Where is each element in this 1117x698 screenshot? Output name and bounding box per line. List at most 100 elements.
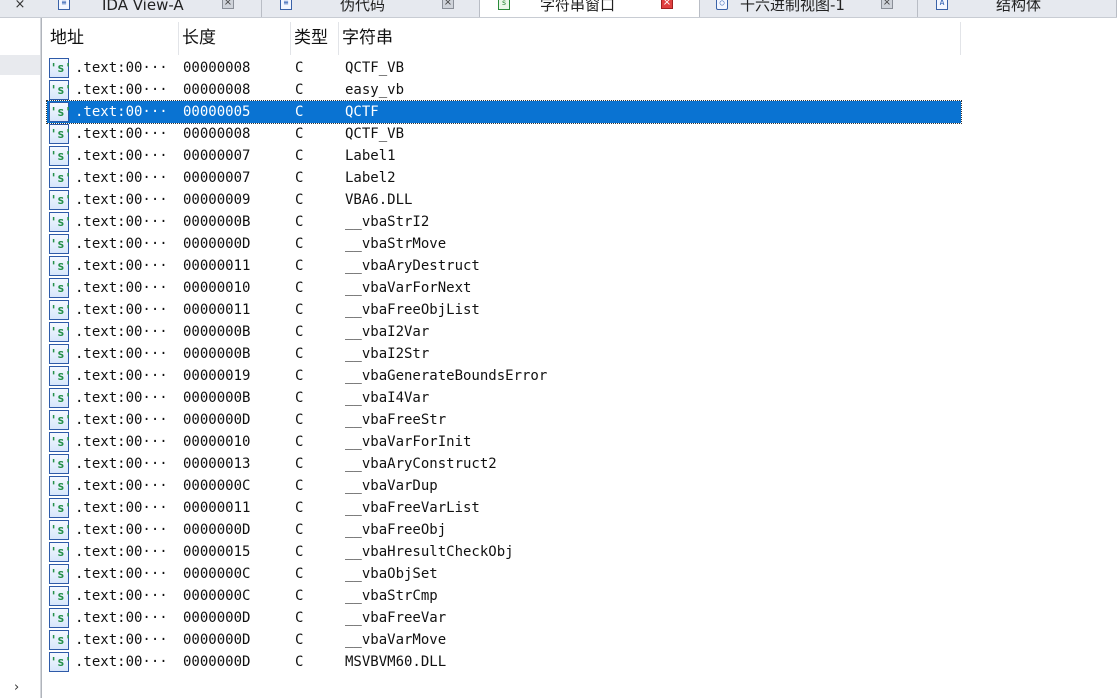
table-row[interactable]: 's' .text:00··· 0000000D C __vbaFreeObj	[47, 519, 961, 541]
length-cell: 0000000D	[183, 412, 251, 428]
string-type-icon: 's'	[49, 542, 72, 562]
close-icon[interactable]: ×	[222, 0, 234, 9]
column-header-row: 地址 长度 类型 字符串	[47, 22, 961, 55]
tab-label: 伪代码	[340, 0, 386, 14]
document-icon: ≡	[280, 0, 292, 10]
table-row[interactable]: 's' .text:00··· 0000000B C __vbaI2Str	[47, 343, 961, 365]
string-type-icon: 's'	[49, 564, 72, 584]
type-cell: C	[295, 258, 304, 274]
string-type-icon: 's'	[49, 168, 72, 188]
table-row[interactable]: 's' .text:00··· 0000000C C __vbaObjSet	[47, 563, 961, 585]
length-cell: 00000007	[183, 148, 251, 164]
tab-hex-view-1[interactable]: ○ 十六进制视图-1 ×	[700, 0, 918, 17]
string-type-icon: 's'	[49, 476, 72, 496]
string-cell: __vbaVarForNext	[345, 280, 472, 296]
string-cell: Label2	[345, 170, 396, 186]
table-row[interactable]: 's' .text:00··· 0000000B C __vbaStrI2	[47, 211, 961, 233]
type-cell: C	[295, 478, 304, 494]
close-icon[interactable]: ×	[442, 0, 454, 9]
string-cell: __vbaAryConstruct2	[345, 456, 497, 472]
ida-window: × ≡ IDA View-A × ≡ 伪代码 × s 字符串窗口 × ○ 十六进…	[0, 0, 1117, 698]
table-row[interactable]: 's' .text:00··· 00000008 C QCTF_VB	[47, 57, 961, 79]
chevron-right-icon[interactable]: ›	[14, 680, 19, 695]
address-cell: .text:00···	[75, 258, 168, 274]
type-cell: C	[295, 412, 304, 428]
type-cell: C	[295, 500, 304, 516]
string-type-icon: 's'	[49, 366, 72, 386]
type-cell: C	[295, 170, 304, 186]
column-header-type[interactable]: 类型	[291, 22, 339, 55]
string-type-icon: 's'	[49, 256, 72, 276]
type-cell: C	[295, 214, 304, 230]
length-cell: 00000015	[183, 544, 251, 560]
address-cell: .text:00···	[75, 544, 168, 560]
close-icon[interactable]: ×	[881, 0, 893, 9]
close-icon[interactable]: ×	[661, 0, 673, 9]
table-row[interactable]: 's' .text:00··· 00000019 C __vbaGenerateBoun…	[47, 365, 961, 387]
table-row[interactable]: 's' .text:00··· 0000000D C __vbaFreeStr	[47, 409, 961, 431]
table-row[interactable]: 's' .text:00··· 00000010 C __vbaVarForInit	[47, 431, 961, 453]
type-cell: C	[295, 280, 304, 296]
tab-strings-window[interactable]: s 字符串窗口 ×	[480, 0, 700, 17]
length-cell: 0000000C	[183, 478, 251, 494]
table-row[interactable]: 's' .text:00··· 0000000B C __vbaI4Var	[47, 387, 961, 409]
column-header-address[interactable]: 地址	[47, 22, 179, 55]
address-cell: .text:00···	[75, 302, 168, 318]
table-row[interactable]: 's' .text:00··· 0000000C C __vbaStrCmp	[47, 585, 961, 607]
table-row[interactable]: 's' .text:00··· 00000011 C __vbaAryDestruct	[47, 255, 961, 277]
table-row[interactable]: 's' .text:00··· 0000000D C __vbaVarMove	[47, 629, 961, 651]
table-row[interactable]: 's' .text:00··· 0000000B C __vbaI2Var	[47, 321, 961, 343]
strings-panel: 地址 长度 类型 字符串 's' .text:00··· 00000008 C QCTF…	[41, 18, 1117, 698]
address-cell: .text:00···	[75, 60, 168, 76]
string-cell: __vbaAryDestruct	[345, 258, 480, 274]
table-row[interactable]: 's' .text:00··· 00000011 C __vbaFreeVarList	[47, 497, 961, 519]
column-header-length[interactable]: 长度	[179, 22, 291, 55]
table-row[interactable]: 's' .text:00··· 00000015 C __vbaHresultCheck…	[47, 541, 961, 563]
type-cell: C	[295, 544, 304, 560]
tab-label: IDA View-A	[102, 0, 184, 14]
address-cell: .text:00···	[75, 236, 168, 252]
table-row[interactable]: 's' .text:00··· 00000013 C __vbaAryConstruct…	[47, 453, 961, 475]
tab-ida-view-a[interactable]: ≡ IDA View-A ×	[40, 0, 262, 17]
tab-pseudocode[interactable]: ≡ 伪代码 ×	[262, 0, 480, 17]
table-row[interactable]: 's' .text:00··· 0000000D C __vbaStrMove	[47, 233, 961, 255]
length-cell: 00000013	[183, 456, 251, 472]
string-type-icon: 's'	[49, 234, 72, 254]
table-row[interactable]: 's' .text:00··· 0000000D C __vbaFreeVar	[47, 607, 961, 629]
length-cell: 0000000B	[183, 390, 251, 406]
string-type-icon: 's'	[49, 652, 72, 672]
string-type-icon: 's'	[49, 124, 72, 144]
length-cell: 0000000D	[183, 236, 251, 252]
table-row[interactable]: 's' .text:00··· 00000008 C QCTF_VB	[47, 123, 961, 145]
string-cell: __vbaFreeStr	[345, 412, 447, 428]
table-row[interactable]: 's' .text:00··· 00000008 Ceasy_vb	[47, 79, 961, 101]
string-cell: MSVBVM60.DLL	[345, 654, 447, 670]
type-cell: C	[295, 456, 304, 472]
string-type-icon: 's'	[49, 212, 72, 232]
column-header-string[interactable]: 字符串	[339, 22, 961, 55]
tab-structures[interactable]: A 结构体	[918, 0, 1117, 17]
string-cell: __vbaFreeVar	[345, 610, 447, 626]
table-row[interactable]: 's' .text:00··· 00000007 C Label1	[47, 145, 961, 167]
table-row[interactable]: 's' .text:00··· 00000009 C VBA6.DLL	[47, 189, 961, 211]
length-cell: 00000011	[183, 500, 251, 516]
hex-view-icon: ○	[716, 0, 728, 10]
address-cell: .text:00···	[75, 566, 168, 582]
table-row[interactable]: 's' .text:00··· 00000010 C __vbaVarForNext	[47, 277, 961, 299]
table-row[interactable]: 's' .text:00··· 00000007 C Label2	[47, 167, 961, 189]
address-cell: .text:00···	[75, 104, 168, 120]
type-cell: C	[295, 148, 304, 164]
length-cell: 0000000D	[183, 632, 251, 648]
table-row[interactable]: 's' .text:00··· 00000011 C __vbaFreeObjList	[47, 299, 961, 321]
table-row[interactable]: 's' .text:00··· 00000005 C QCTF	[46, 100, 962, 124]
string-cell: __vbaStrMove	[345, 236, 447, 252]
string-type-icon: 's'	[49, 520, 72, 540]
tab-bar: × ≡ IDA View-A × ≡ 伪代码 × s 字符串窗口 × ○ 十六进…	[0, 0, 1117, 18]
table-row[interactable]: 's' .text:00··· 0000000C C __vbaVarDup	[47, 475, 961, 497]
type-cell: C	[295, 654, 304, 670]
string-type-icon: 's'	[49, 432, 72, 452]
table-row[interactable]: 's' .text:00··· 0000000D C MSVBVM60.DLL	[47, 651, 961, 673]
close-corner-button[interactable]: ×	[0, 0, 41, 17]
string-cell: __vbaHresultCheckObj	[345, 544, 514, 560]
type-cell: C	[295, 236, 304, 252]
